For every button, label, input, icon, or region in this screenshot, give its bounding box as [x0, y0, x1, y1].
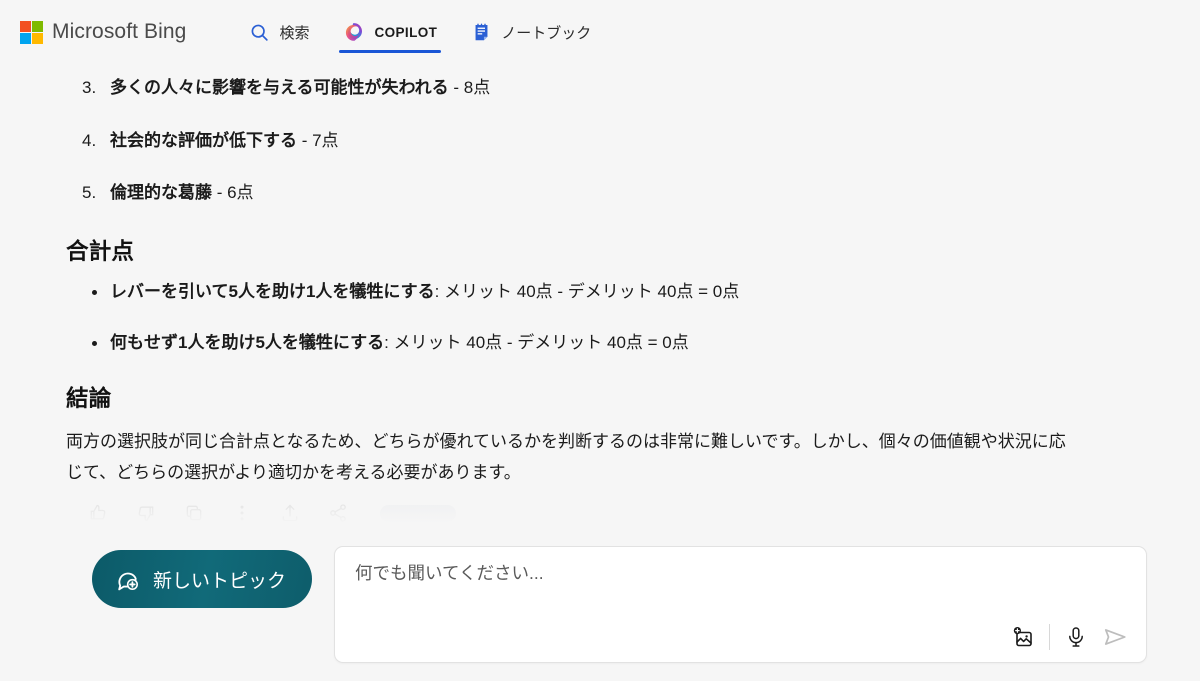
option-title: 何もせず1人を助け5人を犠牲にする — [110, 332, 385, 352]
nav-label-search: 検索 — [279, 24, 310, 42]
list-item-title: 多くの人々に影響を与える可能性が失われる — [110, 78, 449, 97]
notebook-icon — [475, 23, 488, 40]
more-icon[interactable] — [232, 503, 252, 523]
list-item: 5. 倫理的な葛藤 - 6点 — [66, 181, 1140, 206]
nav-item-search[interactable]: 検索 — [232, 0, 326, 64]
list-item-title: 倫理的な葛藤 — [110, 183, 212, 203]
conclusion-paragraph: 両方の選択肢が同じ合計点となるため、どちらが優れているかを判断するのは非常に難し… — [66, 432, 1066, 483]
nav-label-notebook: ノートブック — [501, 24, 592, 42]
message-action-toolbar[interactable] — [88, 503, 1140, 523]
send-icon[interactable] — [1102, 624, 1128, 650]
list-item: 何もせず1人を助け5人を犠牲にする: メリット 40点 - デメリット 40点 … — [66, 331, 1140, 356]
input-action-group — [1011, 624, 1128, 650]
main-nav: 検索 COPILOT ノートブック — [232, 0, 608, 64]
list-item-points: - 7点 — [297, 130, 339, 150]
share-icon[interactable] — [328, 503, 348, 523]
list-item-title: 社会的な評価が低下する — [110, 130, 297, 150]
feedback-pill[interactable] — [380, 504, 456, 522]
list-item: レバーを引いて5人を助け1人を犠牲にする: メリット 40点 - デメリット 4… — [66, 280, 1140, 305]
bing-brand-logo[interactable]: Microsoft Bing — [20, 20, 186, 44]
export-icon[interactable] — [280, 503, 300, 523]
list-item-points: - 6点 — [212, 183, 254, 203]
nav-label-copilot: COPILOT — [374, 24, 438, 40]
new-chat-icon — [118, 572, 138, 591]
action-divider — [1049, 624, 1051, 650]
thumbs-up-icon[interactable] — [88, 503, 108, 523]
brand-name-label: Microsoft Bing — [52, 20, 187, 43]
list-marker: 5. — [82, 183, 97, 203]
add-image-icon[interactable] — [1011, 625, 1035, 649]
thumbs-down-icon[interactable] — [136, 503, 156, 523]
list-marker: 3. — [82, 78, 97, 97]
list-item: 4. 社会的な評価が低下する - 7点 — [66, 129, 1140, 154]
nav-item-copilot[interactable]: COPILOT — [326, 0, 454, 64]
nav-item-notebook[interactable]: ノートブック — [454, 0, 608, 64]
search-icon — [252, 24, 269, 41]
conclusion-heading: 結論 — [66, 386, 112, 412]
copilot-icon — [346, 23, 363, 41]
chat-input-container[interactable] — [334, 546, 1148, 663]
microphone-icon[interactable] — [1064, 625, 1088, 649]
new-topic-label: 新しいトピック — [153, 570, 287, 592]
new-topic-button[interactable]: 新しいトピック — [92, 550, 313, 608]
option-score: : メリット 40点 - デメリット 40点 = 0点 — [384, 332, 689, 352]
total-score-list: レバーを引いて5人を助け1人を犠牲にする: メリット 40点 - デメリット 4… — [66, 280, 1140, 355]
chat-input[interactable] — [355, 563, 1127, 584]
conversation-content: 3. 多くの人々に影響を与える可能性が失われる - 8点 4. 社会的な評価が低… — [0, 64, 1200, 538]
microsoft-logo-icon — [20, 20, 43, 44]
list-item: 3. 多くの人々に影響を与える可能性が失われる - 8点 — [66, 76, 1140, 101]
total-score-heading: 合計点 — [66, 238, 135, 264]
option-title: レバーを引いて5人を助け1人を犠牲にする — [110, 281, 435, 301]
list-item-points: - 8点 — [448, 78, 491, 97]
copy-icon[interactable] — [184, 503, 204, 523]
composer-bar: 新しいトピック — [0, 538, 1200, 681]
option-score: : メリット 40点 - デメリット 40点 = 0点 — [434, 281, 740, 301]
list-marker: 4. — [82, 130, 97, 150]
demerit-numbered-list: 3. 多くの人々に影響を与える可能性が失われる - 8点 4. 社会的な評価が低… — [66, 76, 1140, 206]
top-navigation-bar: Microsoft Bing 検索 COPILOT ノートブック — [0, 0, 1200, 64]
